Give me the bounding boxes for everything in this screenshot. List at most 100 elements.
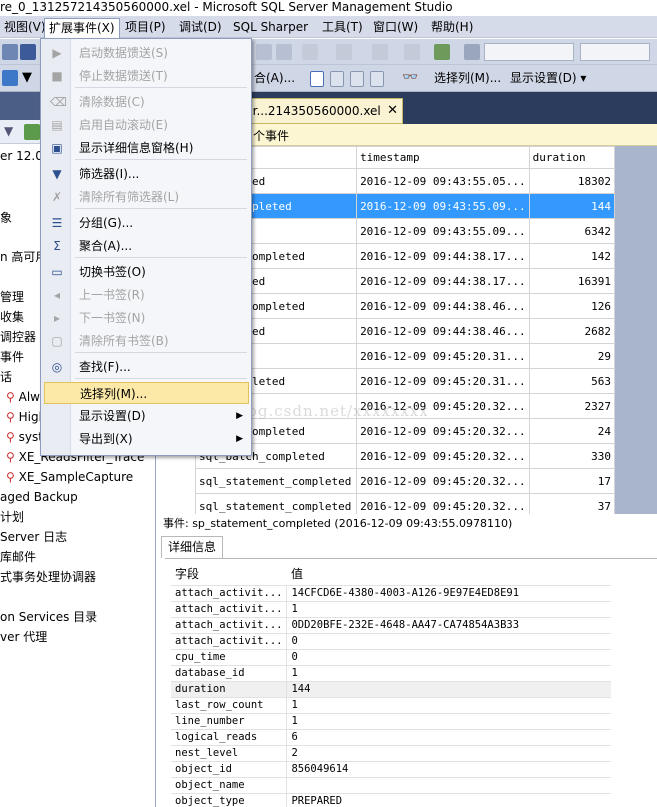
navigate-forward-icon[interactable] (404, 44, 420, 60)
column-header-field[interactable]: 字段 (171, 563, 287, 586)
details-row[interactable]: database_id 1 (171, 665, 611, 682)
document-tab[interactable]: ur...214350560000.xel ✕ (240, 98, 403, 124)
menu-item[interactable]: ▼ 筛选器(I)... (41, 163, 251, 185)
menu-tools[interactable]: 工具(T) (318, 18, 367, 36)
details-pane-icon[interactable] (2, 70, 18, 86)
redo-icon[interactable] (336, 44, 352, 60)
clear-bookmarks-icon[interactable] (370, 71, 384, 87)
tree-item[interactable]: Server 日志 (0, 529, 67, 545)
table-row[interactable]: ent_completed2016-12-09 09:45:20.31...56… (194, 368, 615, 394)
toggle-bookmark-icon[interactable] (310, 71, 324, 87)
platform-dropdown[interactable] (580, 43, 650, 61)
menu-item[interactable]: ☰ 分组(G)... (41, 212, 251, 234)
next-bookmark-icon[interactable] (350, 71, 364, 87)
column-header-duration[interactable]: duration (528, 146, 615, 169)
tree-item[interactable]: 收集 (0, 309, 24, 325)
table-row[interactable]: tent_completed2016-12-09 09:43:55.09...1… (194, 193, 615, 219)
tree-item[interactable]: 库邮件 (0, 549, 36, 565)
column-header-value[interactable]: 值 (286, 563, 611, 586)
menu-item[interactable]: ▸ 下一书签(N) (41, 307, 251, 329)
details-row[interactable]: line_number 1 (171, 713, 611, 730)
details-row[interactable]: attach_activit... 14CFCD6E-4380-4003-A126… (171, 585, 611, 602)
details-row[interactable]: object_type PREPARED (171, 793, 611, 807)
menu-item[interactable]: 导出到(X) ▶ (41, 428, 251, 450)
menu-item[interactable]: ◂ 上一书签(R) (41, 284, 251, 306)
solution-config-dropdown[interactable] (484, 43, 574, 61)
menu-item[interactable]: ✗ 清除所有筛选器(L) (41, 186, 251, 208)
table-row[interactable]: eted2016-12-09 09:45:20.31...29 (194, 343, 615, 369)
refresh-icon[interactable] (24, 124, 40, 140)
save-all-icon[interactable] (20, 44, 36, 60)
menu-item[interactable]: ▤ 启用自动滚动(E) (41, 114, 251, 136)
table-row[interactable]: sql_statement_completed 2016-12-09 09:45:… (194, 493, 615, 514)
table-row[interactable]: sql_batch_completed 2016-12-09 09:45:20.3… (194, 443, 615, 469)
menu-item[interactable]: ⌫ 清除数据(C) (41, 91, 251, 113)
details-row[interactable]: object_name (171, 777, 611, 794)
menu-view[interactable]: 视图(V) (0, 18, 50, 36)
details-row[interactable]: duration 144 (171, 681, 611, 698)
start-icon[interactable] (464, 44, 480, 60)
menu-item[interactable]: ▭ 切换书签(O) (41, 261, 251, 283)
tree-item[interactable]: 式事务处理协调器 (0, 569, 96, 585)
close-icon[interactable]: ✕ (387, 99, 398, 123)
tree-item[interactable]: 话 (0, 369, 12, 385)
grid-scroll-area[interactable] (615, 146, 657, 514)
menu-item[interactable]: Σ 聚合(A)... (41, 235, 251, 257)
menu-item[interactable]: ▣ 显示详细信息窗格(H) (41, 137, 251, 159)
details-row[interactable]: object_id 856049614 (171, 761, 611, 778)
display-settings-button[interactable]: 显示设置(D) ▾ (510, 69, 586, 87)
tree-item[interactable]: 事件 (0, 349, 24, 365)
table-row[interactable]: _completed2016-12-09 09:43:55.05...18302 (194, 168, 615, 194)
details-row[interactable]: attach_activit... 0DD20BFE-232E-4648-AA47… (171, 617, 611, 634)
filter-icon[interactable]: ▼ (22, 70, 38, 86)
undo-icon[interactable] (302, 44, 318, 60)
paste-icon[interactable] (276, 44, 292, 60)
table-row[interactable]: tement_completed2016-12-09 09:44:38.17..… (194, 243, 615, 269)
details-row[interactable]: attach_activit... 1 (171, 601, 611, 618)
column-header-timestamp[interactable]: timestamp (356, 146, 530, 169)
tree-item[interactable]: 调控器 (0, 329, 36, 345)
tree-item[interactable]: 管理 (0, 289, 24, 305)
image-icon[interactable] (434, 44, 450, 60)
selected-event-line: 事件: sp_statement_completed (2016-12-09 0… (157, 514, 657, 534)
details-row[interactable]: last_row_count 1 (171, 697, 611, 714)
menu-project[interactable]: 项目(P) (121, 18, 170, 36)
table-row[interactable]: tement_completed2016-12-09 09:44:38.46..… (194, 293, 615, 319)
prev-bookmark-icon[interactable] (330, 71, 344, 87)
navigate-back-icon[interactable] (372, 44, 388, 60)
menu-sql-sharper[interactable]: SQL Sharper (229, 18, 312, 36)
menu-window[interactable]: 窗口(W) (369, 18, 422, 36)
filter-icon[interactable]: ▼ (4, 124, 20, 140)
details-row[interactable]: logical_reads 6 (171, 729, 611, 746)
menu-item[interactable]: ▶ 启动数据馈送(S) (41, 42, 251, 64)
tree-item-session[interactable]: ⚲ XE_SampleCapture (6, 469, 133, 485)
table-row[interactable]: _completed2016-12-09 09:44:38.17...16391 (194, 268, 615, 294)
binoculars-icon[interactable]: 👓 (402, 70, 418, 86)
table-row[interactable]: sql_statement_completed 2016-12-09 09:45:… (194, 468, 615, 494)
menu-extended-events[interactable]: 扩展事件(X) (44, 18, 120, 38)
toolbar-icon[interactable] (2, 44, 18, 60)
choose-columns-button[interactable]: 选择列(M)... (434, 69, 501, 87)
tab-details[interactable]: 详细信息 (161, 536, 223, 558)
menu-item[interactable]: 显示设置(D) ▶ (41, 405, 251, 427)
merge-button[interactable]: 合(A)... (254, 69, 295, 87)
details-row[interactable]: attach_activit... 0 (171, 633, 611, 650)
menu-help[interactable]: 帮助(H) (427, 18, 477, 36)
menu-debug[interactable]: 调试(D) (175, 18, 226, 36)
menu-item[interactable]: ▢ 清除所有书签(B) (41, 330, 251, 352)
tree-item[interactable]: on Services 目录 (0, 609, 97, 625)
table-row[interactable]: tement_completed2016-12-09 09:45:20.32..… (194, 418, 615, 444)
detail-field: attach_activit... (171, 601, 288, 618)
details-row[interactable]: cpu_time 0 (171, 649, 611, 666)
table-row[interactable]: eted2016-12-09 09:43:55.09...6342 (194, 218, 615, 244)
copy-icon[interactable] (256, 44, 272, 60)
menu-item[interactable]: ◎ 查找(F)... (41, 356, 251, 378)
tree-item[interactable]: ver 代理 (0, 629, 47, 645)
menu-item[interactable]: ■ 停止数据馈送(T) (41, 65, 251, 87)
tree-item[interactable]: 计划 (0, 509, 24, 525)
table-row[interactable]: _completed2016-12-09 09:44:38.46...2682 (194, 318, 615, 344)
tree-item[interactable]: 象 (0, 210, 12, 226)
menu-item[interactable]: 选择列(M)... (44, 382, 249, 404)
details-row[interactable]: nest_level 2 (171, 745, 611, 762)
tree-item[interactable]: aged Backup (0, 489, 78, 505)
